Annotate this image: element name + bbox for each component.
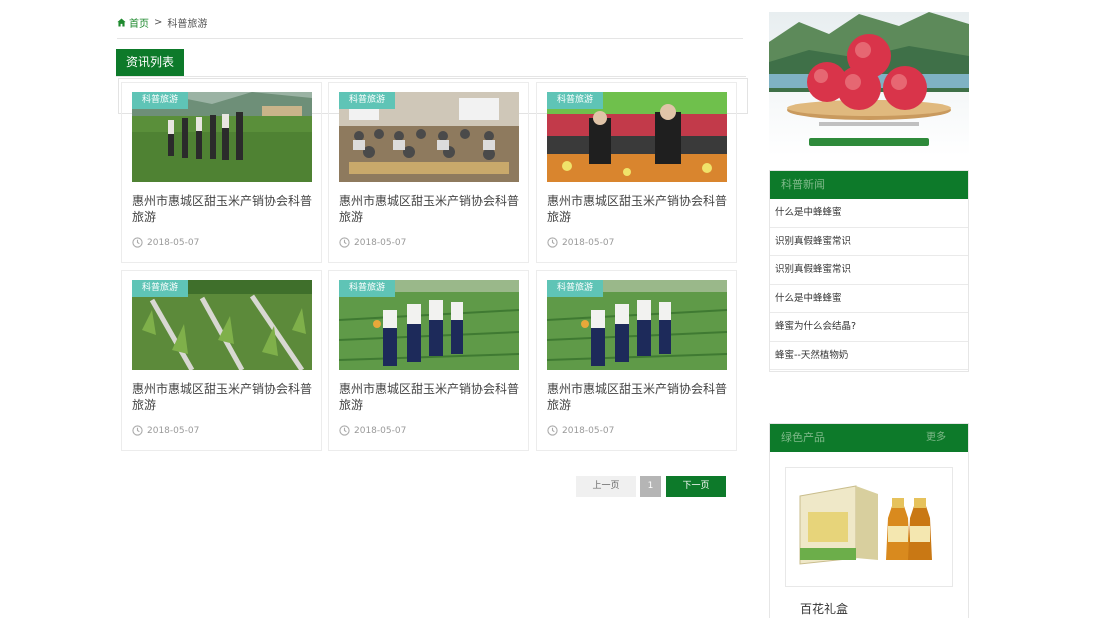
- next-page-button[interactable]: 下一页: [666, 476, 726, 497]
- article-meta: 2018-05-07: [339, 237, 406, 248]
- article-date: 2018-05-07: [354, 237, 407, 248]
- news-item[interactable]: 蜂蜜--天然植物奶: [770, 342, 968, 370]
- article-card[interactable]: 科普旅游 惠州市惠城区甜玉米产销协会科普旅游 2018-05-07: [121, 270, 322, 451]
- news-list: 什么是中蜂蜂蜜 识别真假蜂蜜常识 识别真假蜂蜜常识 什么是中蜂蜂蜜 蜂蜜为什么会…: [770, 199, 968, 370]
- article-tag: 科普旅游: [132, 280, 188, 297]
- article-date: 2018-05-07: [562, 237, 615, 248]
- news-item[interactable]: 什么是中蜂蜂蜜: [770, 199, 968, 228]
- clock-icon: [132, 425, 143, 436]
- article-card[interactable]: 科普旅游 惠州市惠城区甜玉米产销协会科普旅游 2018-05-07: [328, 82, 529, 263]
- green-products-header: 绿色产品 更多: [770, 424, 968, 452]
- article-tag: 科普旅游: [547, 92, 603, 109]
- apple-banner-image[interactable]: [769, 12, 969, 156]
- clock-icon: [132, 237, 143, 248]
- article-thumbnail[interactable]: 科普旅游: [339, 280, 519, 370]
- article-title-link[interactable]: 惠州市惠城区甜玉米产销协会科普旅游: [339, 193, 521, 225]
- article-meta: 2018-05-07: [547, 237, 614, 248]
- section-title-tab: 资讯列表: [116, 49, 184, 76]
- article-meta: 2018-05-07: [547, 425, 614, 436]
- article-tag: 科普旅游: [339, 280, 395, 297]
- product-thumbnail[interactable]: [785, 467, 953, 587]
- news-item[interactable]: 识别真假蜂蜜常识: [770, 256, 968, 285]
- product-name-link[interactable]: 百花礼盒: [800, 600, 848, 617]
- clock-icon: [547, 425, 558, 436]
- news-item[interactable]: 蜂蜜为什么会结晶?: [770, 313, 968, 342]
- article-tag: 科普旅游: [339, 92, 395, 109]
- breadcrumb-divider: [117, 38, 743, 39]
- article-thumbnail[interactable]: 科普旅游: [547, 92, 727, 182]
- article-meta: 2018-05-07: [132, 237, 199, 248]
- article-card[interactable]: 科普旅游 惠州市惠城区甜玉米产销协会科普旅游 2018-05-07: [328, 270, 529, 451]
- article-thumbnail[interactable]: 科普旅游: [132, 280, 312, 370]
- clock-icon: [547, 237, 558, 248]
- breadcrumb-home-label: 首页: [129, 19, 149, 30]
- article-title-link[interactable]: 惠州市惠城区甜玉米产销协会科普旅游: [339, 381, 521, 413]
- prev-page-button[interactable]: 上一页: [576, 476, 636, 497]
- article-tag: 科普旅游: [547, 280, 603, 297]
- article-date: 2018-05-07: [147, 237, 200, 248]
- article-card[interactable]: 科普旅游 惠州市惠城区甜玉米产销协会科普旅游 2018-05-07: [536, 82, 737, 263]
- science-news-title: 科普新闻: [781, 178, 825, 191]
- article-title-link[interactable]: 惠州市惠城区甜玉米产销协会科普旅游: [132, 381, 314, 413]
- science-news-box: 科普新闻 什么是中蜂蜂蜜 识别真假蜂蜜常识 识别真假蜂蜜常识 什么是中蜂蜂蜜 蜂…: [769, 170, 969, 372]
- article-title-link[interactable]: 惠州市惠城区甜玉米产销协会科普旅游: [132, 193, 314, 225]
- section-divider: [116, 76, 746, 77]
- article-date: 2018-05-07: [562, 425, 615, 436]
- breadcrumb-home-link[interactable]: 首页: [117, 15, 149, 30]
- page-number-button[interactable]: 1: [640, 476, 661, 497]
- article-thumbnail[interactable]: 科普旅游: [339, 92, 519, 182]
- breadcrumb-current: 科普旅游: [167, 19, 208, 30]
- clock-icon: [339, 237, 350, 248]
- article-meta: 2018-05-07: [339, 425, 406, 436]
- article-date: 2018-05-07: [147, 425, 200, 436]
- news-item[interactable]: 识别真假蜂蜜常识: [770, 228, 968, 256]
- article-title-link[interactable]: 惠州市惠城区甜玉米产销协会科普旅游: [547, 381, 729, 413]
- article-card[interactable]: 科普旅游 惠州市惠城区甜玉米产销协会科普旅游 2018-05-07: [536, 270, 737, 451]
- page: 首页 > 科普旅游 资讯列表 科普旅游 惠州市惠城区甜玉米产销协会科普旅游 20…: [0, 0, 1100, 618]
- home-icon: [117, 18, 126, 27]
- article-date: 2018-05-07: [354, 425, 407, 436]
- breadcrumb: 首页 > 科普旅游: [117, 15, 207, 30]
- article-card[interactable]: 科普旅游 惠州市惠城区甜玉米产销协会科普旅游 2018-05-07: [121, 82, 322, 263]
- article-title-link[interactable]: 惠州市惠城区甜玉米产销协会科普旅游: [547, 193, 729, 225]
- science-news-header: 科普新闻: [770, 171, 968, 199]
- article-meta: 2018-05-07: [132, 425, 199, 436]
- article-thumbnail[interactable]: 科普旅游: [132, 92, 312, 182]
- article-thumbnail[interactable]: 科普旅游: [547, 280, 727, 370]
- honey-gift-box-image: [786, 468, 952, 586]
- clock-icon: [339, 425, 350, 436]
- green-products-title: 绿色产品: [781, 431, 825, 444]
- breadcrumb-separator: >: [154, 17, 163, 28]
- more-products-link[interactable]: 更多: [926, 424, 946, 452]
- news-item[interactable]: 什么是中蜂蜂蜜: [770, 285, 968, 313]
- article-tag: 科普旅游: [132, 92, 188, 109]
